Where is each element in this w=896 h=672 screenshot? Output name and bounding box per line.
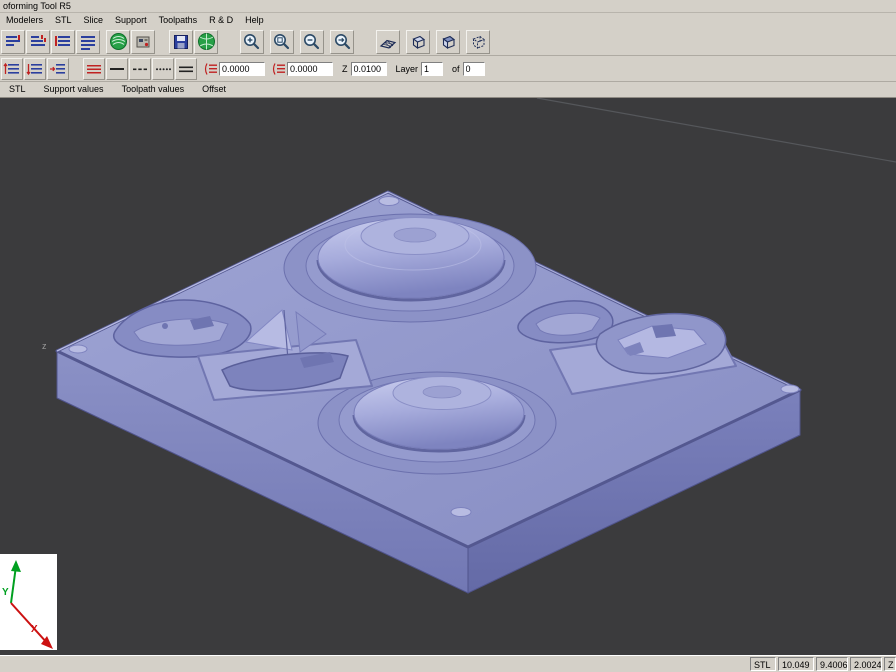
toolpath-sphere-button[interactable] (194, 30, 218, 54)
y-offset-field-group (271, 61, 333, 77)
view-floor-button[interactable] (376, 30, 400, 54)
align-lines-icon (4, 33, 22, 51)
zoom-out-button[interactable] (300, 30, 324, 54)
align-lines-right-icon (54, 33, 72, 51)
menu-support[interactable]: Support (109, 13, 153, 28)
align-lines-alt-button[interactable] (26, 30, 50, 54)
of-field-group: of (449, 62, 485, 76)
zoom-window-icon (332, 32, 352, 52)
window-title-bar: oforming Tool R5 (0, 0, 896, 13)
slice-sphere-button[interactable] (106, 30, 130, 54)
line-solid-icon (108, 60, 126, 78)
menu-bar: Modelers STL Slice Support Toolpaths R &… (0, 13, 896, 28)
viewport-3d[interactable]: z (0, 98, 896, 655)
axis-y-label: Y (2, 587, 9, 598)
red-lines-icon (203, 61, 219, 77)
menu-stl[interactable]: STL (49, 13, 78, 28)
toolbar-layers: Z Layer of (0, 56, 896, 82)
layer-input[interactable] (421, 62, 443, 76)
line-double-icon (177, 60, 195, 78)
dome-upper (284, 214, 536, 322)
lines-red-icon (85, 60, 103, 78)
value-tabs: STL Support values Toolpath values Offse… (0, 82, 896, 98)
menu-toolpaths[interactable]: Toolpaths (153, 13, 204, 28)
layer-field-group: Layer (393, 62, 444, 76)
layer-label: Layer (396, 64, 419, 74)
status-z-tag: Z (884, 657, 896, 671)
menu-slice[interactable]: Slice (78, 13, 110, 28)
axis-x-label: X (31, 624, 38, 635)
toolpath-sphere-icon (197, 32, 216, 51)
save-button[interactable] (169, 30, 193, 54)
zoom-window-button[interactable] (330, 30, 354, 54)
layer-goto-icon (49, 60, 67, 78)
zoom-extents-button[interactable] (270, 30, 294, 54)
tab-stl[interactable]: STL (0, 82, 35, 97)
line-dashed-icon (131, 60, 149, 78)
layer-down-icon (26, 60, 44, 78)
view-wireframe-button[interactable] (466, 30, 490, 54)
menu-rnd[interactable]: R & D (203, 13, 239, 28)
axis-gizmo: Y X (0, 554, 57, 650)
status-coord-x: 10.049 (778, 657, 814, 671)
z-input[interactable] (351, 62, 387, 76)
tab-toolpath-values[interactable]: Toolpath values (113, 82, 194, 97)
line-solid-button[interactable] (106, 58, 128, 80)
view-wireframe-icon (468, 32, 488, 52)
x-offset-input[interactable] (219, 62, 265, 76)
layer-goto-button[interactable] (47, 58, 69, 80)
align-lines-button[interactable] (1, 30, 25, 54)
of-label: of (452, 64, 460, 74)
z-field-group: Z (339, 62, 387, 76)
grid-line (537, 98, 896, 162)
view-iso-icon (408, 32, 428, 52)
layer-down-button[interactable] (24, 58, 46, 80)
save-icon (172, 33, 190, 51)
toolbar-main (0, 28, 896, 56)
z-axis-hint: z (42, 341, 47, 351)
tab-offset[interactable]: Offset (193, 82, 235, 97)
line-dotted-icon (154, 60, 172, 78)
menu-help[interactable]: Help (239, 13, 270, 28)
window-title: oforming Tool R5 (3, 1, 71, 11)
status-bar: STL 10.049 9.4006 2.0024 Z (0, 655, 896, 672)
view-iso-button[interactable] (406, 30, 430, 54)
zoom-out-icon (302, 32, 322, 52)
align-lines-justify-icon (79, 33, 97, 51)
x-offset-field-group (203, 61, 265, 77)
build-machine-icon (134, 33, 152, 51)
build-machine-button[interactable] (131, 30, 155, 54)
lines-red-button[interactable] (83, 58, 105, 80)
line-dashed-button[interactable] (129, 58, 151, 80)
y-offset-input[interactable] (287, 62, 333, 76)
layer-up-button[interactable] (1, 58, 23, 80)
model-canvas: z (0, 98, 896, 655)
slice-sphere-icon (109, 32, 128, 51)
menu-modelers[interactable]: Modelers (0, 13, 49, 28)
status-mode: STL (750, 657, 776, 671)
tab-support-values[interactable]: Support values (35, 82, 113, 97)
zoom-in-icon (242, 32, 262, 52)
of-input[interactable] (463, 62, 485, 76)
align-lines-justify-button[interactable] (76, 30, 100, 54)
view-section-button[interactable] (436, 30, 460, 54)
align-lines-right-button[interactable] (51, 30, 75, 54)
zoom-in-button[interactable] (240, 30, 264, 54)
red-lines-icon (271, 61, 287, 77)
status-coord-z: 2.0024 (850, 657, 882, 671)
z-label: Z (342, 64, 348, 74)
status-coord-y: 9.4006 (816, 657, 848, 671)
line-dotted-button[interactable] (152, 58, 174, 80)
mold-cavity-left-boat (114, 300, 251, 357)
view-section-icon (438, 32, 458, 52)
align-lines-alt-icon (29, 33, 47, 51)
zoom-extents-icon (272, 32, 292, 52)
line-double-button[interactable] (175, 58, 197, 80)
view-floor-icon (378, 32, 398, 52)
layer-up-icon (3, 60, 21, 78)
